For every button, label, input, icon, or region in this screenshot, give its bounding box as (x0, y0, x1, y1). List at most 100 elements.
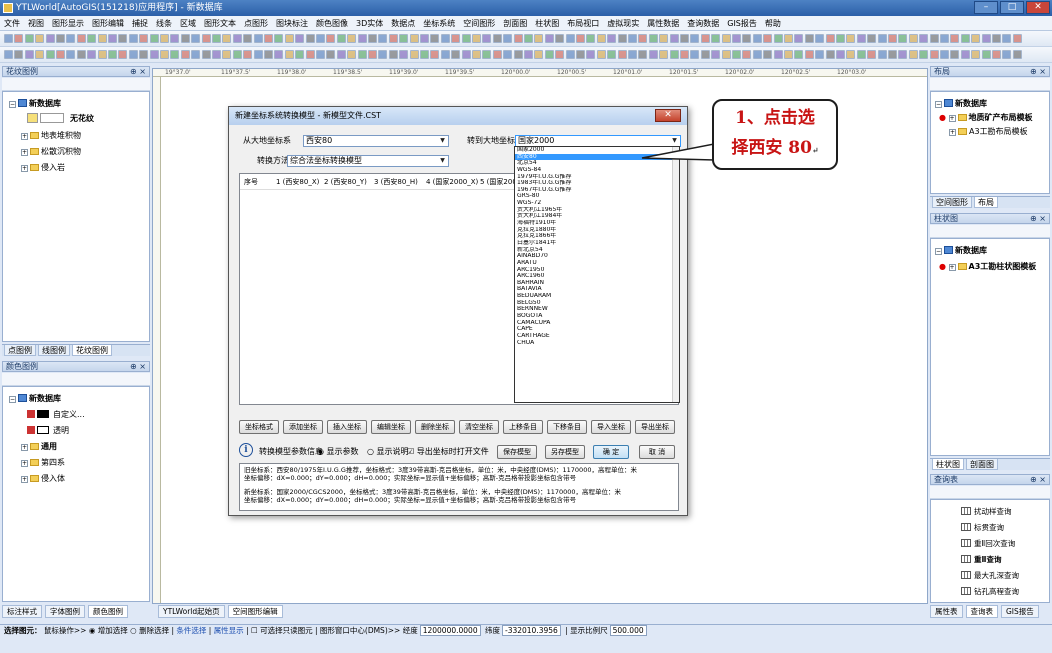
toolbar-tool-icon[interactable] (212, 34, 221, 43)
toolbar-tool-icon[interactable] (212, 50, 221, 59)
toolbar-tool-icon[interactable] (638, 34, 648, 43)
toolbar-tool-icon[interactable] (659, 34, 669, 43)
tree-item[interactable]: 侵入体 (41, 474, 65, 483)
toolbar-tool-icon[interactable] (87, 34, 97, 43)
tab-spatial-graphics[interactable]: 空间图形 (932, 197, 972, 208)
dropdown-option[interactable]: 克拉克1866年 (515, 233, 679, 240)
toolbar-tool-icon[interactable] (295, 50, 305, 59)
toolbar-tool-icon[interactable] (669, 50, 679, 59)
tab-spatial-edit[interactable]: 空间图形编辑 (227, 605, 283, 618)
expand-icon[interactable]: + (21, 460, 28, 467)
tab-pattern-legend[interactable]: 花纹图例 (72, 345, 112, 356)
toolbar-tool-icon[interactable] (804, 34, 814, 43)
toolbar-tool-icon[interactable] (409, 34, 419, 43)
toolbar-tool-icon[interactable] (201, 50, 211, 59)
toolbar-tool-icon[interactable] (586, 34, 596, 43)
toolbar-tool-icon[interactable] (305, 34, 315, 43)
toolbar-tool-icon[interactable] (201, 34, 211, 43)
toolbar-tool-icon[interactable] (752, 50, 762, 59)
toolbar-tool-icon[interactable] (908, 50, 918, 59)
panel-close-icon[interactable]: ⊕ × (1030, 214, 1046, 223)
toolbar-tool-icon[interactable] (430, 50, 440, 59)
toolbar-tool-icon[interactable] (368, 50, 377, 59)
dropdown-option[interactable]: CAMACUPA (515, 320, 679, 327)
ok-button[interactable]: 确 定 (593, 445, 629, 459)
from-system-select[interactable]: 西安80 ▼ (303, 135, 449, 147)
toolbar-tool-icon[interactable] (908, 34, 918, 43)
add-coord-button[interactable]: 添加坐标 (283, 420, 323, 434)
menu-item[interactable]: 帮助 (765, 18, 781, 29)
toolbar-tool-icon[interactable] (628, 34, 637, 43)
toolbar-tool-icon[interactable] (513, 34, 523, 43)
toolbar-tool-icon[interactable] (139, 50, 149, 59)
toolbar-tool-icon[interactable] (971, 34, 981, 43)
tree-root-label[interactable]: 新数据库 (955, 246, 987, 255)
toolbar-tool-icon[interactable] (253, 34, 263, 43)
tab-label-style[interactable]: 标注样式 (2, 605, 42, 618)
toolbar-tool-icon[interactable] (420, 50, 429, 59)
menu-item[interactable]: 空间图形 (463, 18, 495, 29)
close-button[interactable]: ✕ (1026, 1, 1050, 14)
toolbar-tool-icon[interactable] (846, 34, 856, 43)
toolbar-tool-icon[interactable] (690, 50, 700, 59)
toolbar-tool-icon[interactable] (680, 34, 689, 43)
toolbar-tool-icon[interactable] (191, 34, 201, 43)
clear-coord-button[interactable]: 清空坐标 (459, 420, 499, 434)
toolbar-tool-icon[interactable] (981, 34, 991, 43)
toolbar-tool-icon[interactable] (877, 34, 887, 43)
dropdown-option[interactable]: ARC1960 (515, 273, 679, 280)
dropdown-option[interactable]: BELG50 (515, 300, 679, 307)
toolbar-tool-icon[interactable] (357, 34, 367, 43)
toolbar-tool-icon[interactable] (742, 50, 752, 59)
dropdown-option[interactable]: 贾大利江1984年 (515, 213, 679, 220)
toolbar-tool-icon[interactable] (440, 34, 450, 43)
dropdown-option[interactable]: BERNNEW (515, 306, 679, 313)
delete-coord-button[interactable]: 删除坐标 (415, 420, 455, 434)
toolbar-tool-icon[interactable] (180, 50, 190, 59)
dropdown-option[interactable]: 1967年I.U.G.G推荐 (515, 187, 679, 194)
panel-close-icon[interactable]: ⊕ × (130, 362, 146, 371)
tab-start-page[interactable]: YTLWorld起始页 (158, 605, 225, 618)
tree-item[interactable]: A3工勘柱状图模板 (969, 262, 1037, 271)
toolbar-tool-icon[interactable] (264, 34, 273, 43)
toolbar-tool-icon[interactable] (326, 34, 336, 43)
menu-item[interactable]: 颜色图像 (316, 18, 348, 29)
readonly-checkbox[interactable]: 可选择只读图元 (260, 626, 313, 635)
menu-item[interactable]: 图形显示 (52, 18, 84, 29)
menu-item[interactable]: 布局视口 (567, 18, 599, 29)
toolbar-tool-icon[interactable] (721, 34, 731, 43)
dropdown-option[interactable]: CAPE (515, 326, 679, 333)
toolbar-tool-icon[interactable] (170, 50, 180, 59)
toolbar-tool-icon[interactable] (898, 34, 908, 43)
menu-item[interactable]: 属性数据 (647, 18, 679, 29)
toolbar-tool-icon[interactable] (971, 50, 981, 59)
tree-item[interactable]: 松散沉积物 (41, 147, 81, 156)
coord-format-button[interactable]: 坐标格式 (239, 420, 279, 434)
toolbar-tool-icon[interactable] (139, 34, 149, 43)
toolbar-tool-icon[interactable] (118, 34, 128, 43)
tree-root-label[interactable]: 新数据库 (955, 99, 987, 108)
toolbar-tool-icon[interactable] (576, 50, 585, 59)
toolbar-tool-icon[interactable] (1002, 34, 1012, 43)
toolbar-tool-icon[interactable] (222, 50, 232, 59)
panel-close-icon[interactable]: ⊕ × (1030, 67, 1046, 76)
toolbar-tool-icon[interactable] (482, 34, 492, 43)
dropdown-option[interactable]: 海福特1910年 (515, 220, 679, 227)
expand-icon[interactable]: − (9, 101, 16, 108)
toolbar-tool-icon[interactable] (617, 34, 627, 43)
toolbar-tool-icon[interactable] (503, 50, 513, 59)
toolbar-tool-icon[interactable] (690, 34, 700, 43)
toolbar-tool-icon[interactable] (596, 34, 606, 43)
toolbar-tool-icon[interactable] (472, 50, 481, 59)
toolbar-tool-icon[interactable] (960, 34, 970, 43)
toolbar-tool-icon[interactable] (524, 50, 533, 59)
tree-item[interactable]: 通用 (41, 442, 57, 451)
toolbar-tool-icon[interactable] (305, 50, 315, 59)
toolbar-tool-icon[interactable] (565, 50, 575, 59)
toolbar-tool-icon[interactable] (555, 50, 565, 59)
toolbar-tool-icon[interactable] (128, 34, 138, 43)
toolbar-tool-icon[interactable] (825, 34, 835, 43)
toolbar-tool-icon[interactable] (399, 50, 409, 59)
export-open-checkbox[interactable]: ☑ 导出坐标时打开文件 (407, 446, 489, 458)
toolbar-tool-icon[interactable] (711, 50, 721, 59)
